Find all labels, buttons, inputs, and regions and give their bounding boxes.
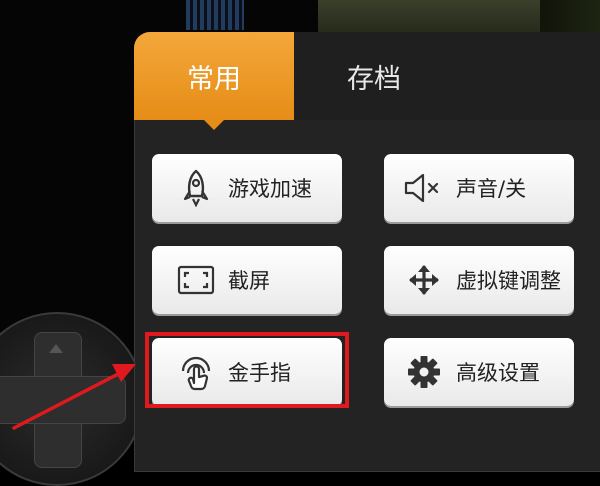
annotation-arrow-icon — [12, 364, 136, 430]
